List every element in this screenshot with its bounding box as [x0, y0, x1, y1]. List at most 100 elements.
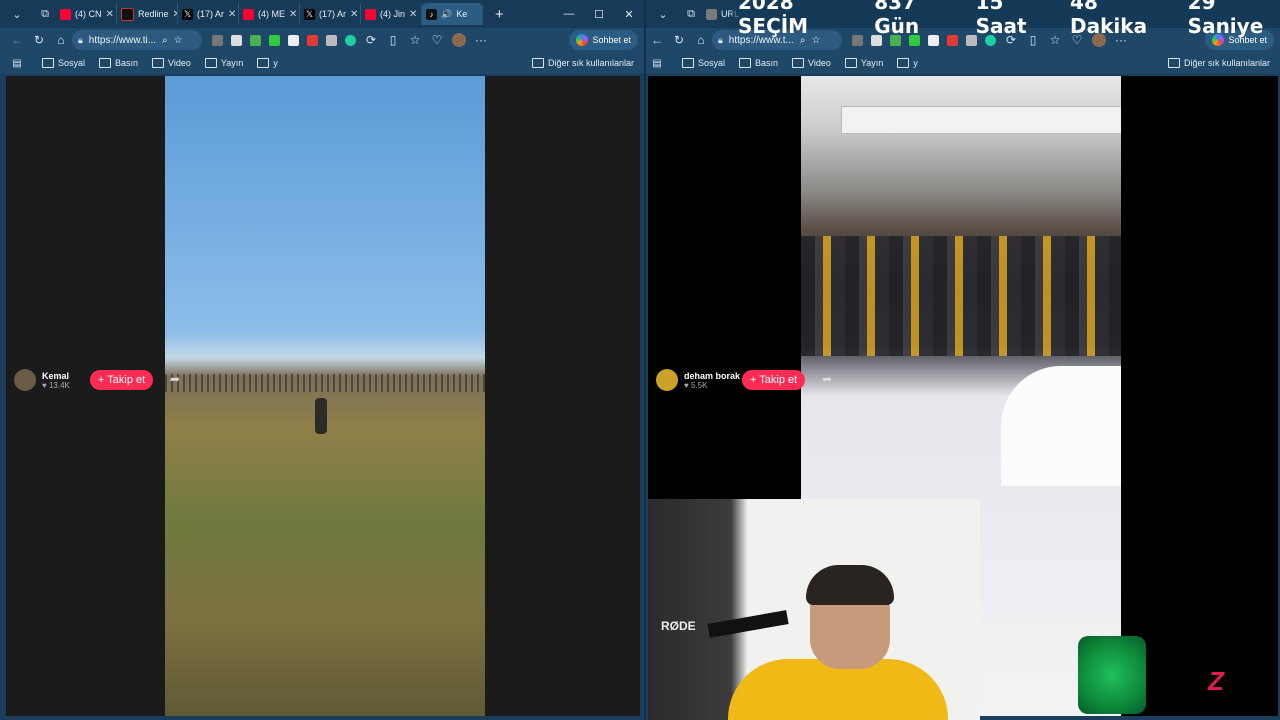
- extension-icon[interactable]: [212, 34, 223, 46]
- bookmark-folder[interactable]: Sosyal: [42, 58, 85, 68]
- walking-person: [315, 398, 327, 434]
- tab-strip: ⌄ ⧉ (4) CN ✕ Redline ✕ 𝕏 (17) Ar ✕ (4) M…: [0, 0, 644, 28]
- bookmark-folder[interactable]: Yayın: [204, 58, 244, 68]
- share-arrow-icon[interactable]: ➦: [170, 372, 180, 386]
- lock-icon: 🔒︎: [718, 34, 723, 45]
- close-tab-icon[interactable]: ✕: [350, 9, 358, 20]
- extension-icon[interactable]: [307, 34, 318, 46]
- countdown-seconds: 29 Saniye: [1187, 0, 1264, 38]
- folder-icon: [531, 58, 544, 68]
- folder-icon: [897, 58, 910, 68]
- bookmark-label: Yayın: [860, 58, 884, 68]
- extension-icon[interactable]: [345, 34, 356, 46]
- close-tab-icon[interactable]: ✕: [228, 9, 236, 20]
- workspaces-icon[interactable]: ⧉: [680, 3, 702, 25]
- zoom-icon[interactable]: ⌕: [162, 35, 168, 46]
- folder-icon: [739, 58, 752, 68]
- bookmark-label: Basın: [115, 58, 139, 68]
- copilot-chat-button[interactable]: Sohbet et: [569, 30, 638, 50]
- back-arrow-icon[interactable]: ←: [6, 33, 28, 47]
- speaker-icon[interactable]: 🔊: [441, 9, 452, 20]
- extension-icon[interactable]: [326, 34, 337, 46]
- extensions-puzzle-icon[interactable]: ⟳: [360, 33, 382, 47]
- bookmark-folder[interactable]: y: [897, 58, 918, 68]
- folder-icon: [257, 58, 270, 68]
- home-icon[interactable]: ⌂: [50, 33, 72, 47]
- close-tab-icon[interactable]: ✕: [409, 9, 417, 20]
- minimize-icon[interactable]: —: [554, 8, 584, 21]
- crowd-row: [165, 374, 485, 392]
- creator-info[interactable]: Kemal ♥ 13.4K: [14, 369, 70, 391]
- home-icon[interactable]: ⌂: [690, 33, 712, 47]
- maximize-icon[interactable]: ☐: [584, 8, 614, 21]
- back-arrow-icon[interactable]: ←: [646, 33, 668, 47]
- other-favorites-folder[interactable]: Diğer sık kullanılanlar: [531, 58, 634, 68]
- tab-2[interactable]: Redline ✕: [117, 3, 178, 25]
- share-arrow-icon[interactable]: ➦: [822, 372, 832, 386]
- tab-5[interactable]: 𝕏 (17) Ar ✕: [300, 3, 361, 25]
- refresh-icon[interactable]: ↻: [668, 33, 690, 47]
- tab-label: (17) Ar: [197, 9, 225, 19]
- youtube-icon: [365, 8, 376, 20]
- video-player[interactable]: [165, 76, 485, 716]
- webcam-overlay: RØDE: [648, 499, 980, 720]
- tab-4[interactable]: (4) ME ✕: [239, 3, 300, 25]
- close-tab-icon[interactable]: ✕: [106, 9, 114, 20]
- tab-7-active[interactable]: ♪ 🔊 Ke: [422, 3, 483, 25]
- favorites-icon[interactable]: ☆: [404, 33, 426, 47]
- tiktok-page-left: Kemal ♥ 13.4K + Takip et ➦: [6, 76, 640, 716]
- tab-label: (17) Ar: [319, 9, 347, 19]
- bookmark-label: Video: [808, 58, 831, 68]
- shop-sign: [841, 106, 1121, 134]
- folder-icon: [99, 58, 112, 68]
- copilot-chat-label: Sohbet et: [592, 35, 631, 45]
- bookmark-folder[interactable]: Video: [792, 58, 831, 68]
- tab-list-icon[interactable]: ▤: [6, 58, 28, 69]
- lock-icon: 🔒︎: [78, 34, 83, 45]
- microphone: [707, 610, 789, 638]
- bookmark-folder[interactable]: Yayın: [844, 58, 884, 68]
- refresh-icon[interactable]: ↻: [28, 33, 50, 47]
- new-tab-plus-icon[interactable]: +: [495, 6, 504, 23]
- bookmark-label: Yayın: [220, 58, 244, 68]
- follow-button[interactable]: + Takip et: [742, 370, 806, 390]
- avatar[interactable]: [656, 369, 678, 391]
- countdown-event: SEÇİM: [738, 14, 809, 38]
- bookmark-folder[interactable]: Video: [152, 58, 191, 68]
- extension-icon[interactable]: [231, 34, 242, 46]
- avatar[interactable]: [14, 369, 36, 391]
- browser-essentials-icon[interactable]: ♡: [426, 33, 448, 47]
- tab-actions-chevron-icon[interactable]: ⌄: [652, 3, 674, 25]
- tab-3[interactable]: 𝕏 (17) Ar ✕: [178, 3, 239, 25]
- address-bar[interactable]: 🔒︎ https://www.ti... ⌕ ☆: [72, 30, 202, 50]
- redline-icon: [121, 7, 134, 21]
- more-menu-icon[interactable]: ···: [470, 33, 492, 47]
- split-screen-icon[interactable]: ▯: [382, 33, 404, 47]
- folder-icon: [792, 58, 805, 68]
- bookmark-folder[interactable]: Basın: [739, 58, 778, 68]
- profile-avatar[interactable]: [452, 33, 466, 47]
- creator-info[interactable]: deham borak ♥ 5.5K: [656, 369, 740, 391]
- tab-6[interactable]: (4) Jin ✕: [361, 3, 422, 25]
- tab-actions-chevron-icon[interactable]: ⌄: [6, 3, 28, 25]
- url-text: https://www.ti...: [88, 34, 157, 46]
- bookmark-folder[interactable]: Sosyal: [682, 58, 725, 68]
- tab-label: (4) CN: [75, 9, 102, 19]
- other-favorites-folder[interactable]: Diğer sık kullanılanlar: [1167, 58, 1270, 68]
- favorite-star-icon[interactable]: ☆: [174, 35, 183, 46]
- bookmark-label: Sosyal: [58, 58, 86, 68]
- bookmark-folder[interactable]: y: [257, 58, 278, 68]
- favorites-bar: ▤ Sosyal Basın Video Yayın y Diğer sık k…: [646, 52, 1280, 75]
- close-tab-icon[interactable]: ✕: [289, 9, 297, 20]
- bookmark-folder[interactable]: Basın: [99, 58, 138, 68]
- extension-icon[interactable]: [288, 34, 299, 46]
- workspaces-icon[interactable]: ⧉: [34, 3, 56, 25]
- follow-button[interactable]: + Takip et: [90, 370, 154, 390]
- extension-icon[interactable]: [250, 34, 261, 46]
- tab-list-icon[interactable]: ▤: [646, 58, 668, 69]
- bookmark-label: Basın: [755, 58, 779, 68]
- countdown-title: 2028 SEÇİM: [738, 0, 856, 38]
- tab-1[interactable]: (4) CN ✕: [56, 3, 117, 25]
- extension-icon[interactable]: [269, 34, 280, 46]
- close-window-icon[interactable]: ✕: [614, 8, 644, 21]
